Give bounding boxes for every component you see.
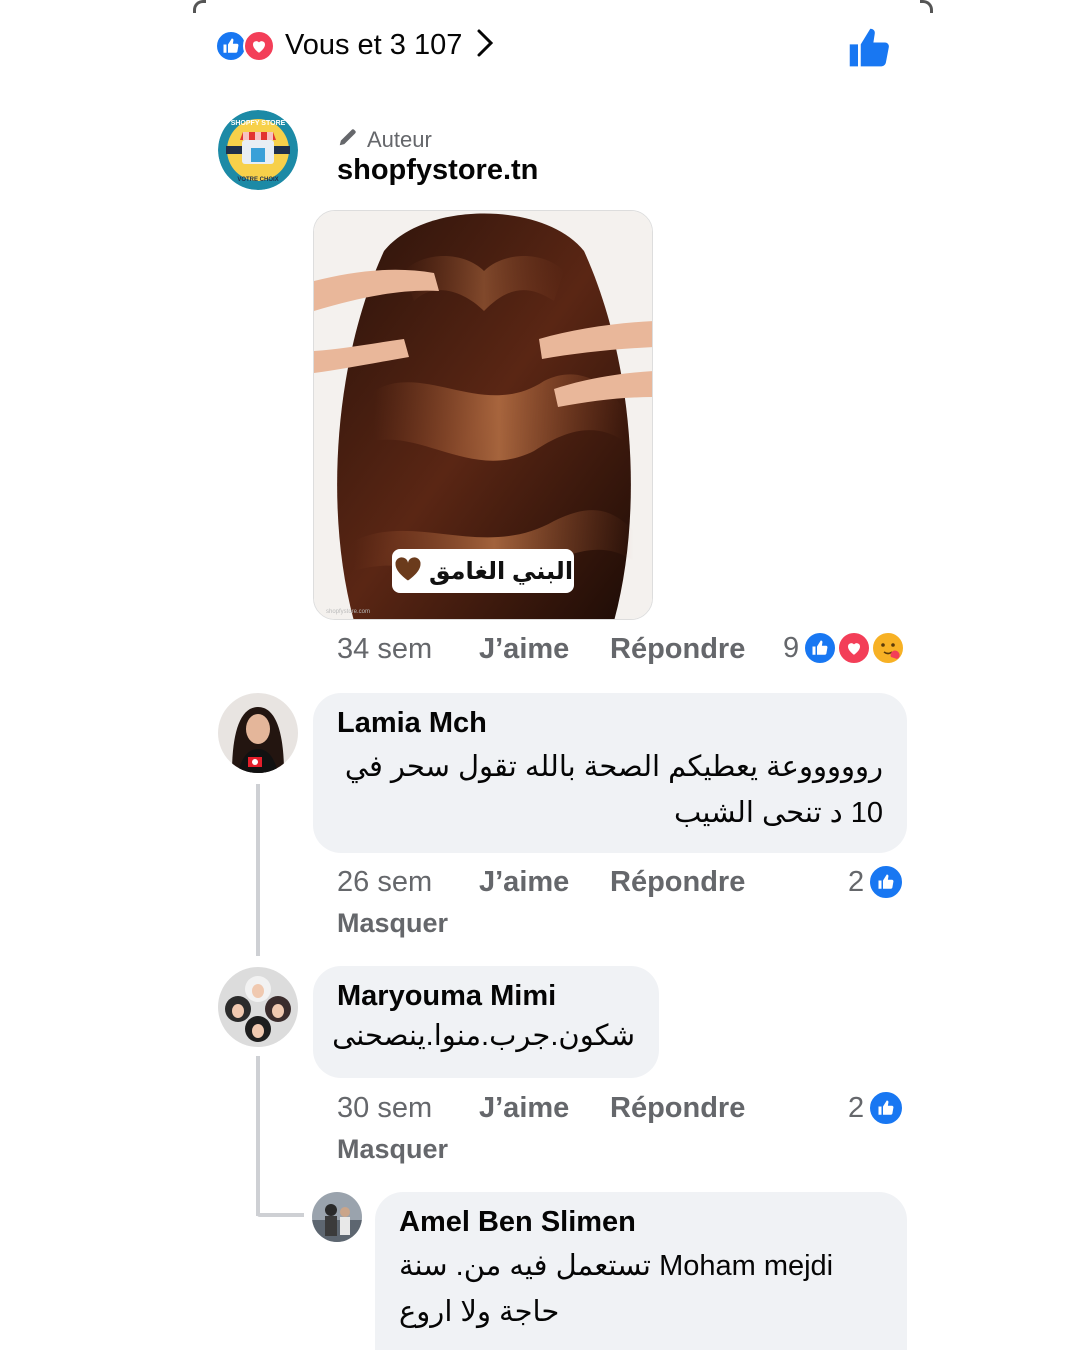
commenter-name[interactable]: Amel Ben Slimen (399, 1206, 883, 1239)
sheet-corner-right (920, 0, 933, 13)
brown-heart-icon (393, 554, 423, 589)
comments-sheet (193, 0, 933, 1350)
thread-connector (256, 1213, 304, 1217)
reaction-count: 9 (783, 631, 800, 664)
reply-action[interactable]: Répondre (610, 1092, 745, 1125)
like-action[interactable]: J’aime (479, 866, 569, 899)
comment-photo[interactable]: shopfystore.com البني الغامق (313, 210, 653, 620)
photo-watermark: shopfystore.com (326, 609, 370, 615)
like-action[interactable]: J’aime (479, 633, 569, 666)
care-emoji-icon (871, 631, 906, 665)
comment-bubble-lamia: Lamia Mch روووووعة يعطيكم الصحة بالله تق… (313, 693, 907, 853)
avatar-logo-bottom: VOTRE CHOIX (237, 177, 278, 183)
comment-time[interactable]: 30 sem (337, 1092, 432, 1125)
comment-time[interactable]: 26 sem (337, 866, 432, 899)
love-icon (837, 631, 872, 665)
like-action[interactable]: J’aime (479, 1092, 569, 1125)
reactions-summary-text: Vous et 3 107 (285, 29, 463, 61)
comment-bubble-maryouma: Maryouma Mimi شكون.جرب.منوا.ينصحنى (313, 966, 659, 1078)
comment-text-line-2: حاجة ولا اروع (399, 1296, 560, 1328)
like-icon (868, 1090, 905, 1126)
comment-reactions-shopfystore[interactable]: 9 (783, 631, 906, 665)
comment-time[interactable]: 34 sem (337, 633, 432, 666)
comment-text: روووووعة يعطيكم الصحة بالله تقول سحر في … (344, 751, 883, 829)
avatar-maryouma-mimi[interactable] (218, 967, 298, 1047)
pencil-icon (337, 126, 359, 154)
thread-line (256, 1056, 260, 1216)
avatar-shopfystore[interactable]: SHOPFY STORE VOTRE CHOIX (218, 110, 298, 190)
comment-reactions-maryouma[interactable]: 2 (848, 1090, 905, 1126)
comment-reactions-lamia[interactable]: 2 (848, 864, 905, 900)
reaction-count: 2 (848, 1091, 865, 1124)
comment-bubble-amel: Amel Ben Slimen تستعمل فيه من. سنة Moham… (375, 1192, 907, 1350)
like-button-icon[interactable] (846, 26, 892, 75)
avatar-amel-ben-slimen[interactable] (312, 1192, 362, 1242)
reactions-summary[interactable]: Vous et 3 107 (215, 28, 494, 63)
hide-action[interactable]: Masquer (337, 1134, 448, 1165)
author-badge: Auteur (337, 126, 432, 154)
like-icon (803, 631, 838, 665)
commenter-name[interactable]: Maryouma Mimi (337, 980, 635, 1013)
commenter-name-shopfystore[interactable]: shopfystore.tn (337, 154, 538, 187)
photo-caption: البني الغامق (392, 549, 574, 593)
author-badge-label: Auteur (367, 127, 432, 152)
comment-text-line-1: تستعمل فيه من. سنة Moham mejdi (399, 1250, 834, 1282)
comment-meta-shopfystore: 34 sem J’aime Répondre (337, 633, 757, 673)
hide-action[interactable]: Masquer (337, 908, 448, 939)
sheet-corner-left (193, 0, 206, 13)
comment-text: شكون.جرب.منوا.ينصحنى (332, 1020, 635, 1052)
avatar-logo-top: SHOPFY STORE (231, 120, 286, 127)
avatar-lamia-mch[interactable] (218, 693, 298, 773)
comment-meta-lamia: 26 sem J’aime Répondre (337, 866, 757, 906)
thread-line (256, 784, 260, 956)
commenter-name[interactable]: Lamia Mch (337, 707, 883, 740)
photo-caption-text: البني الغامق (428, 557, 574, 585)
love-icon (243, 29, 275, 62)
reaction-count: 2 (848, 865, 865, 898)
chevron-right-icon (476, 28, 494, 63)
like-icon (868, 864, 905, 900)
reply-action[interactable]: Répondre (610, 866, 745, 899)
comment-meta-maryouma: 30 sem J’aime Répondre (337, 1092, 757, 1132)
reply-action[interactable]: Répondre (610, 633, 745, 666)
